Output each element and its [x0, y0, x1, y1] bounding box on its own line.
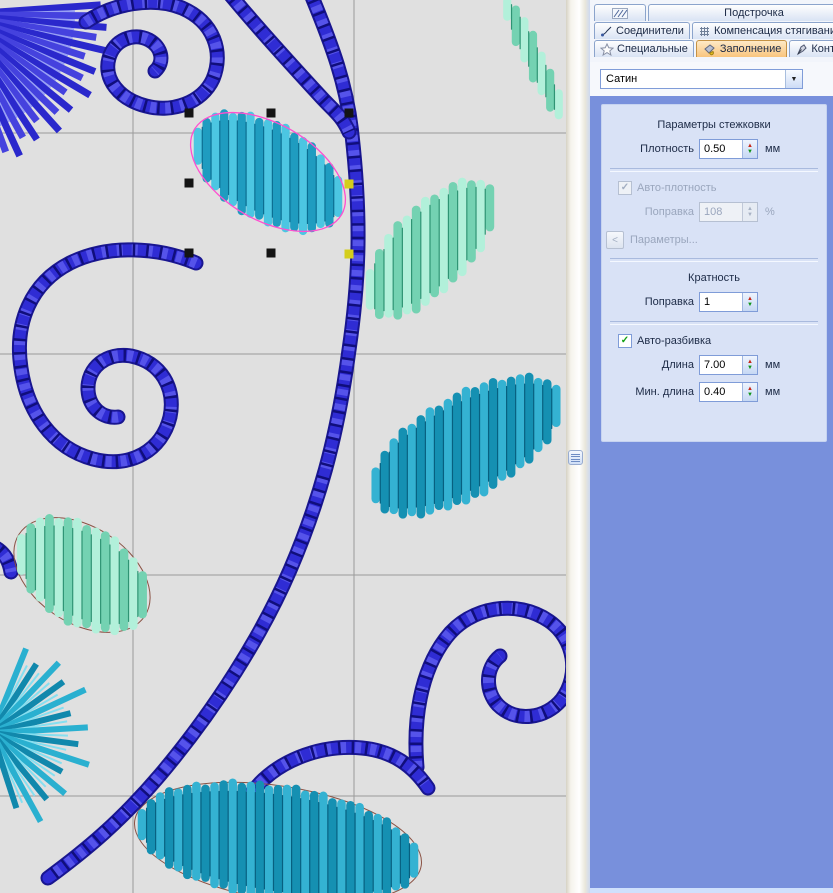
compensation-icon	[698, 26, 711, 37]
object-properties-panel: Подстрочка Соединители Компенсация стяги…	[590, 0, 833, 893]
min-length-spinner[interactable]: ▲ ▼	[742, 383, 757, 401]
min-length-input[interactable]	[700, 383, 742, 401]
stitch-type-value: Сатин	[606, 73, 638, 85]
separator	[610, 168, 818, 172]
dropdown-arrow-button[interactable]: ▼	[785, 70, 802, 88]
tab-compensation[interactable]: Компенсация стягивани	[691, 22, 833, 39]
panel-body: Параметры стежковки Плотность ▲▼ мм ✓ Ав…	[590, 96, 833, 888]
length-spinner[interactable]: ▲ ▼	[742, 356, 757, 374]
spin-down-icon[interactable]: ▼	[747, 392, 753, 398]
min-length-label: Мин. длина	[635, 386, 694, 398]
density-field: ▲▼	[699, 139, 758, 159]
density-input[interactable]	[700, 140, 742, 158]
adjustment-input	[700, 203, 742, 221]
multiplicity-label: Поправка	[644, 296, 694, 308]
length-input[interactable]	[700, 356, 742, 374]
length-unit: мм	[765, 359, 781, 371]
multiplicity-spinner[interactable]: ▲ ▼	[742, 293, 757, 311]
tab-label: Специальные	[617, 43, 688, 55]
embroidery-design	[0, 0, 566, 893]
min-length-field: ▲▼	[699, 382, 758, 402]
collapse-params-button: <	[606, 231, 624, 249]
adjustment-spinner: ▲ ▼	[742, 203, 757, 221]
splitter-grip-button[interactable]	[568, 450, 583, 465]
separator	[610, 258, 818, 262]
multiplicity-field: ▲▼	[699, 292, 758, 312]
multiplicity-input[interactable]	[700, 293, 742, 311]
tab-label: Контур	[811, 43, 833, 55]
pen-icon	[795, 43, 808, 56]
tab-outline[interactable]: Контур	[789, 40, 833, 57]
density-label: Плотность	[640, 143, 694, 155]
tab-label: Соединители	[616, 25, 684, 37]
adjustment-unit: %	[765, 206, 775, 218]
auto-split-checkbox[interactable]: ✓	[618, 334, 632, 348]
connectors-icon	[600, 25, 613, 37]
tab-fill[interactable]: Заполнение	[695, 40, 788, 57]
separator	[610, 321, 818, 325]
paint-bucket-icon	[702, 43, 717, 56]
tab-underlay[interactable]: Подстрочка	[648, 4, 833, 21]
stitch-type-select[interactable]: Сатин ▼	[600, 69, 803, 89]
adjustment-field: ▲▼	[699, 202, 758, 222]
stitch-type-row: Сатин ▼	[590, 62, 833, 97]
tab-label: Компенсация стягивани	[713, 25, 833, 37]
auto-density-checkbox: ✓	[618, 181, 632, 195]
density-unit: мм	[765, 143, 781, 155]
tab-underlay-icon-box[interactable]	[594, 4, 646, 21]
tab-label: Заполнение	[719, 43, 782, 55]
tab-label: Подстрочка	[724, 7, 784, 19]
section-title-stitch-params: Параметры стежковки	[657, 119, 771, 131]
tab-connectors[interactable]: Соединители	[594, 22, 690, 39]
embroidery-app-window: Подстрочка Соединители Компенсация стяги…	[0, 0, 833, 893]
star-icon	[600, 42, 614, 56]
tab-special[interactable]: Специальные	[594, 40, 694, 57]
auto-density-label: Авто-плотность	[637, 182, 717, 194]
length-field: ▲▼	[699, 355, 758, 375]
section-title-multiplicity: Кратность	[688, 272, 740, 284]
underlay-icon	[612, 7, 628, 19]
min-length-unit: мм	[765, 386, 781, 398]
spin-down-icon: ▼	[747, 212, 753, 218]
spin-down-icon[interactable]: ▼	[747, 149, 753, 155]
design-canvas[interactable]	[0, 0, 566, 893]
panel-bottom-strip	[590, 888, 833, 893]
auto-split-label: Авто-разбивка	[637, 335, 712, 347]
panel-splitter[interactable]	[566, 0, 590, 893]
properties-tabs: Подстрочка Соединители Компенсация стяги…	[590, 0, 833, 62]
more-params-label: Параметры...	[630, 234, 698, 246]
density-spinner[interactable]: ▲ ▼	[742, 140, 757, 158]
satin-parameters-card: Параметры стежковки Плотность ▲▼ мм ✓ Ав…	[601, 104, 827, 442]
spin-down-icon[interactable]: ▼	[747, 365, 753, 371]
spin-down-icon[interactable]: ▼	[747, 302, 753, 308]
adjustment-label: Поправка	[644, 206, 694, 218]
length-label: Длина	[661, 359, 694, 371]
